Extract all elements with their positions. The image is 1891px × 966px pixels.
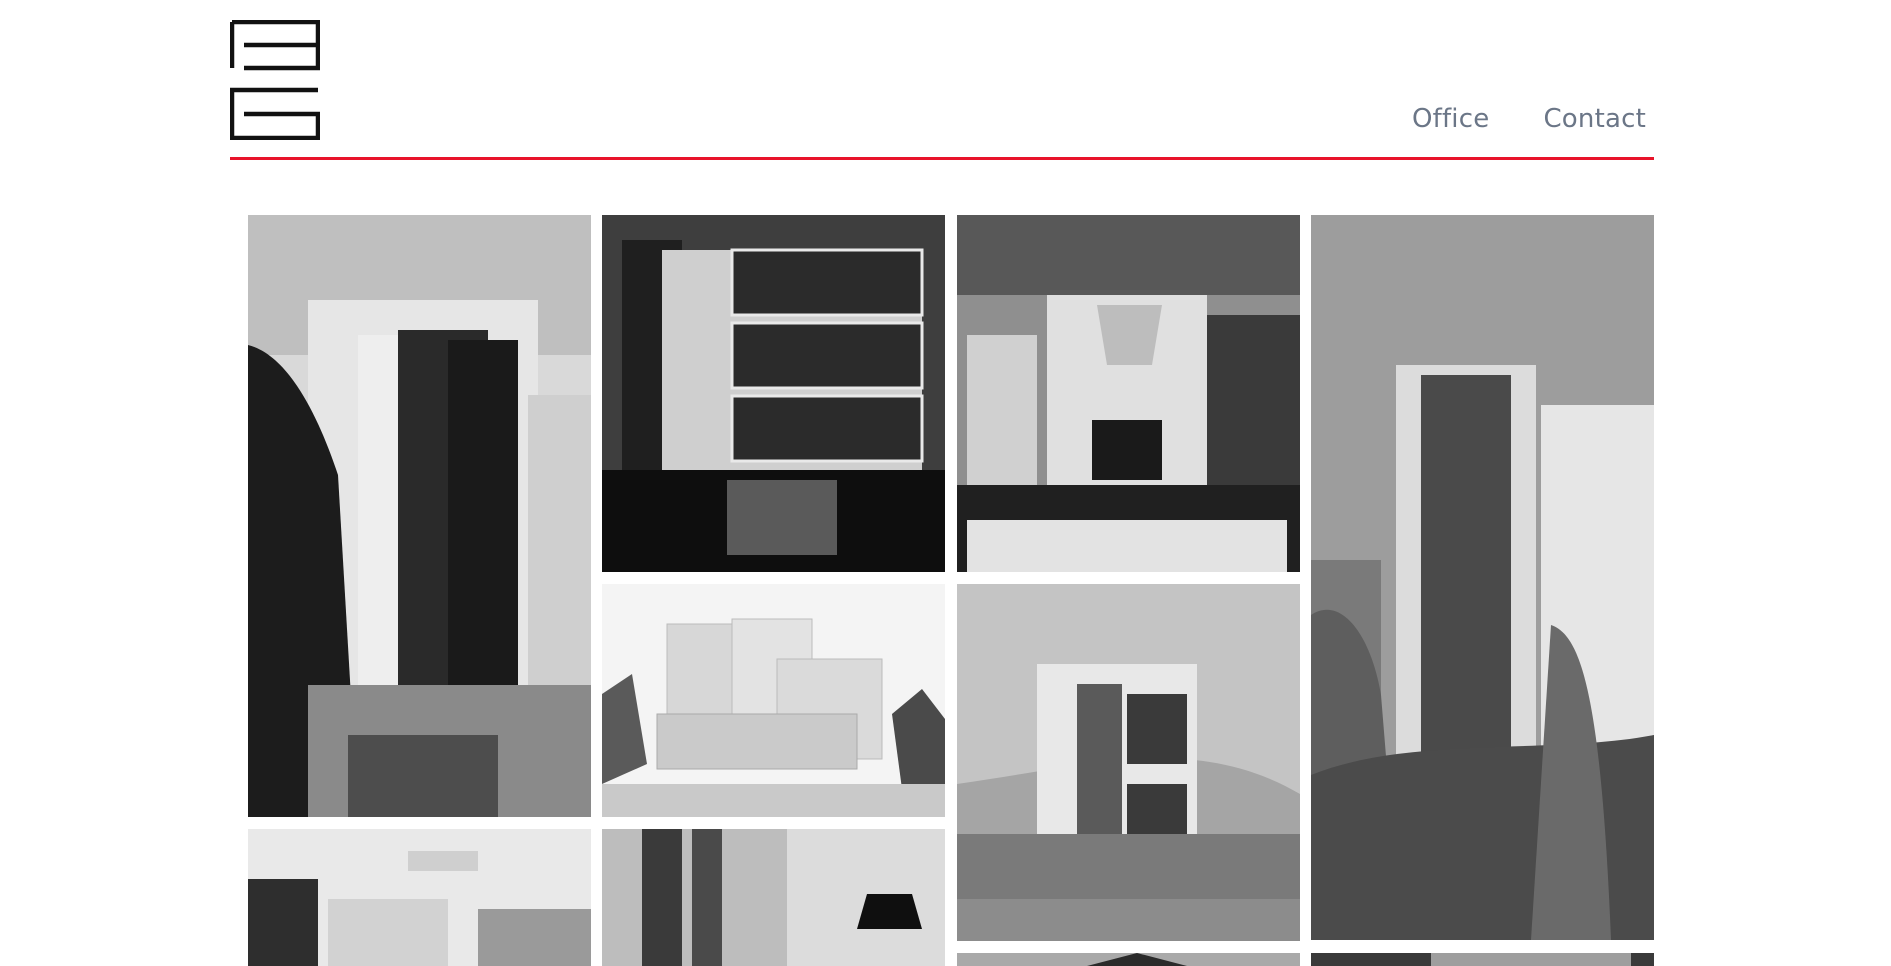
project-tile-highrise-trees[interactable] bbox=[1311, 215, 1654, 940]
project-tile-dining-interior[interactable] bbox=[602, 829, 945, 966]
project-tile-brick-tower[interactable] bbox=[248, 215, 591, 817]
lobby-fireplace-image bbox=[957, 215, 1300, 572]
project-gallery bbox=[0, 0, 1891, 966]
roof-render-image bbox=[957, 953, 1300, 966]
dining-interior-image bbox=[602, 829, 945, 966]
office-interior-image bbox=[248, 829, 591, 966]
project-tile-glass-cubes-render[interactable] bbox=[602, 584, 945, 817]
project-tile-night-facade[interactable] bbox=[602, 215, 945, 572]
highrise-trees-image bbox=[1311, 215, 1654, 940]
brick-tower-image bbox=[248, 215, 591, 817]
night-facade-image bbox=[602, 215, 945, 572]
project-tile-stacked-boxes-render[interactable] bbox=[957, 584, 1300, 941]
glass-cubes-render-image bbox=[602, 584, 945, 817]
project-tile-office-interior[interactable] bbox=[248, 829, 591, 966]
project-tile-lobby-fireplace[interactable] bbox=[957, 215, 1300, 572]
dark-interior-image bbox=[1311, 953, 1654, 966]
project-tile-dark-interior[interactable] bbox=[1311, 953, 1654, 966]
stacked-boxes-render-image bbox=[957, 584, 1300, 941]
project-tile-roof-render[interactable] bbox=[957, 953, 1300, 966]
